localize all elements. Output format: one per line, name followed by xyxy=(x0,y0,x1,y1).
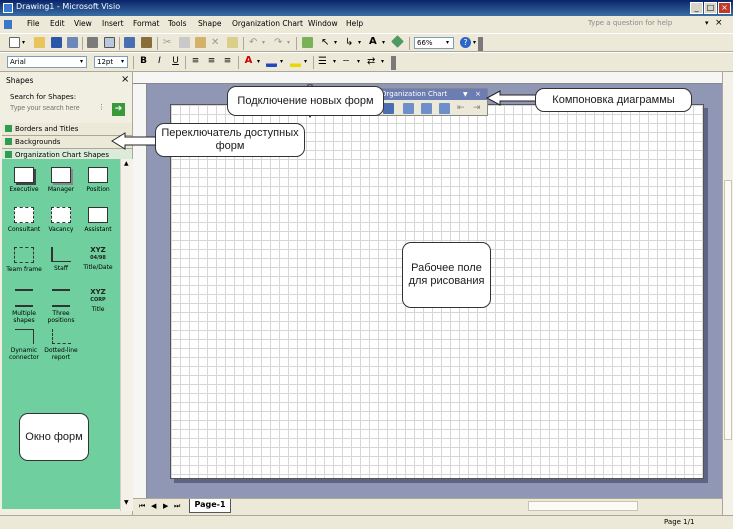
callout-shapes-window: Окно форм xyxy=(19,413,89,461)
callout-canvas: Рабочее поле для рисования xyxy=(402,242,491,308)
callout-layout: Компоновка диаграммы xyxy=(535,88,692,112)
arrow-to-stencil-tabs-icon xyxy=(111,132,159,150)
arrow-to-org-toolbar-icon xyxy=(485,90,538,106)
callout-add-shapes: Подключение новых форм xyxy=(227,86,384,116)
callout-switcher: Переключатель доступных форм xyxy=(155,123,305,157)
annotation-arrows xyxy=(111,84,538,150)
